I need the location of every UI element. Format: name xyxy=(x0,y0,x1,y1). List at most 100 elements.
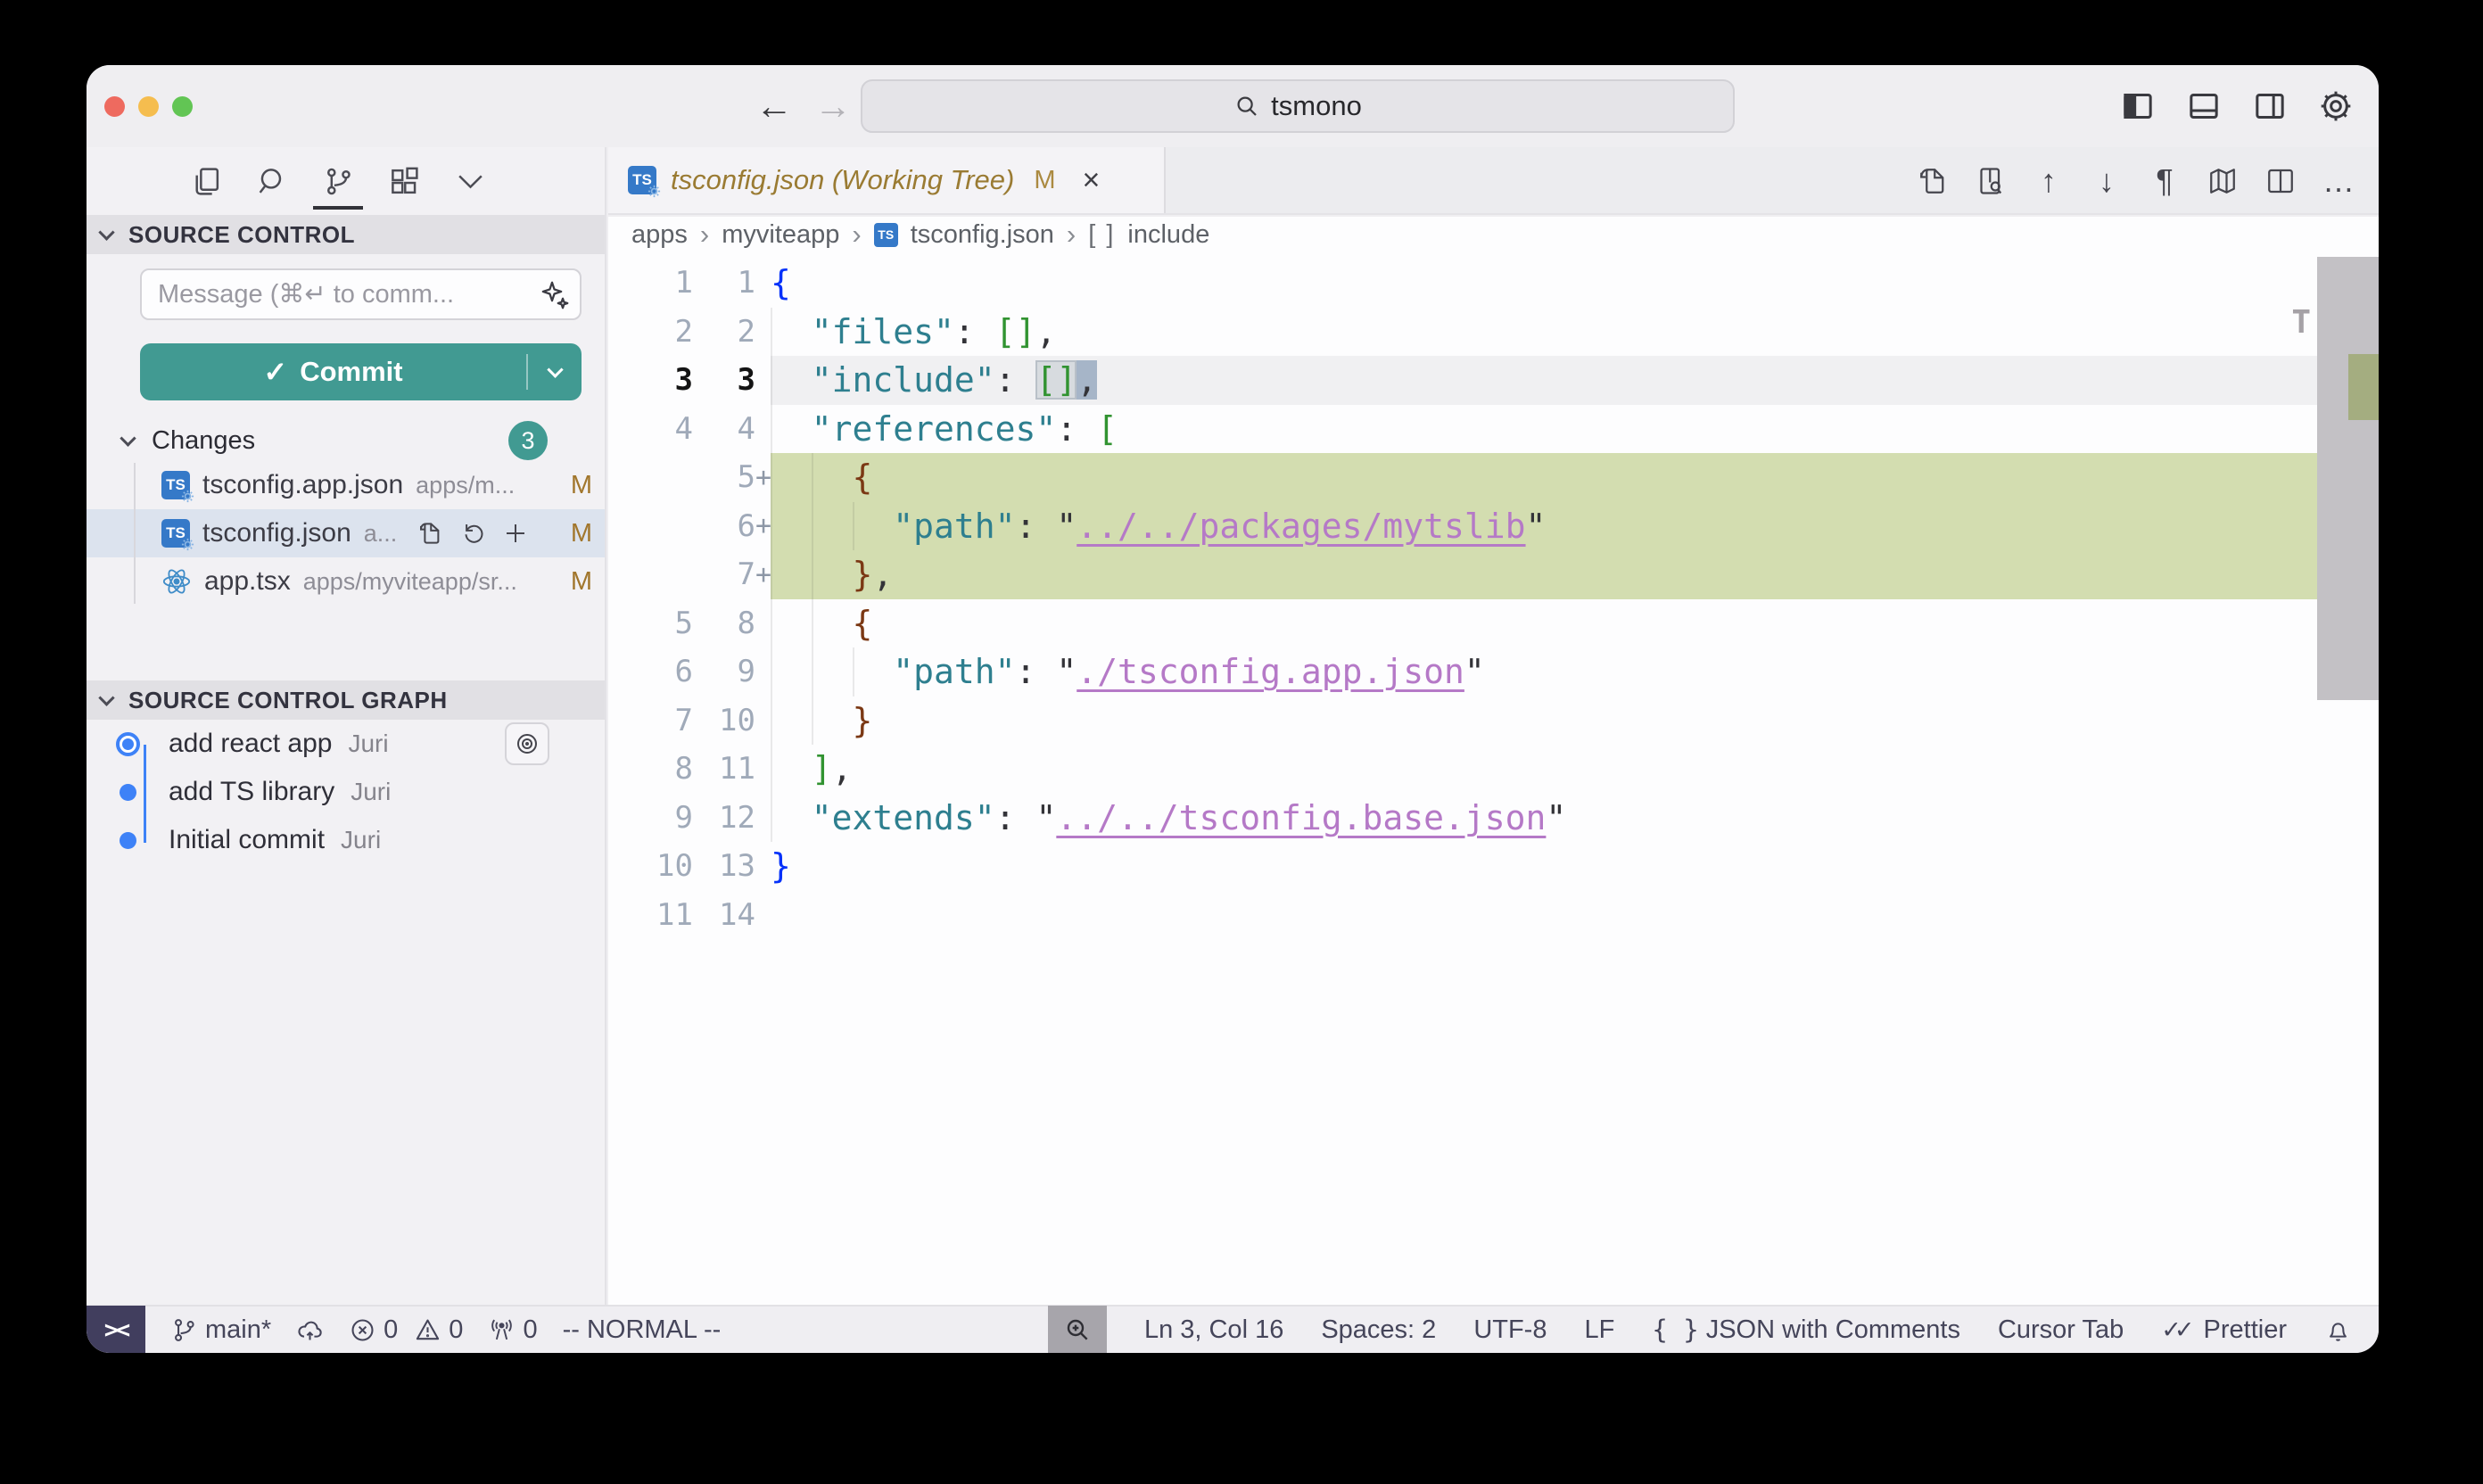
navigate-back-icon[interactable]: ← xyxy=(755,87,793,125)
navigate-forward-icon[interactable]: → xyxy=(814,87,852,125)
code-line[interactable]: 1114 xyxy=(608,891,2379,940)
error-icon xyxy=(349,1316,376,1344)
map-icon[interactable] xyxy=(2206,164,2240,198)
breadcrumb-item-apps[interactable]: apps xyxy=(631,220,688,250)
code-line[interactable]: 7+ }, xyxy=(608,550,2379,599)
breadcrumb-item-tsconfig-json[interactable]: tsconfig.json xyxy=(911,220,1054,250)
next-change-arrow-down-icon[interactable]: ↓ xyxy=(2090,164,2124,198)
indent-guide xyxy=(771,745,772,794)
goto-current-history-item-button[interactable] xyxy=(505,722,549,765)
cursor-position-status-item[interactable]: Ln 3, Col 16 xyxy=(1144,1315,1283,1345)
code-line[interactable]: 69 "path": "./tsconfig.app.json" xyxy=(608,647,2379,697)
commit-author: Juri xyxy=(351,778,391,806)
render-whitespace-pilcrow-icon[interactable]: ¶ xyxy=(2148,164,2182,198)
commit-row[interactable]: Initial commit Juri xyxy=(87,816,605,864)
formatter-status-item[interactable]: ✓✓ Prettier xyxy=(2161,1315,2287,1345)
previous-change-arrow-up-icon[interactable]: ↑ xyxy=(2032,164,2066,198)
indent-guide xyxy=(771,308,772,357)
toggle-primary-sidebar-icon[interactable] xyxy=(2120,88,2156,124)
code-token: "path" xyxy=(893,652,1015,691)
more-actions-ellipsis-icon[interactable]: … xyxy=(2322,164,2355,198)
code-token: : xyxy=(1016,507,1057,546)
target-icon xyxy=(514,730,540,757)
remote-indicator[interactable]: >< xyxy=(87,1306,145,1353)
discard-changes-icon[interactable] xyxy=(459,520,486,547)
breadcrumb-item-myviteapp[interactable]: myviteapp xyxy=(722,220,839,250)
settings-gear-icon[interactable] xyxy=(2318,88,2354,124)
original-line-number: 6 xyxy=(608,654,693,689)
toggle-secondary-sidebar-icon[interactable] xyxy=(2252,88,2288,124)
indent-guide xyxy=(771,502,772,551)
code-line[interactable]: 33 "include": [], xyxy=(608,356,2379,405)
command-center-search[interactable]: tsmono xyxy=(861,79,1735,133)
inline-view-icon[interactable] xyxy=(1974,164,2008,198)
commit-author: Juri xyxy=(348,730,388,758)
file-row-tsconfig-app-json[interactable]: TS tsconfig.app.json apps/m... M xyxy=(87,461,605,509)
source-control-view-icon[interactable] xyxy=(318,153,358,210)
zoom-window-button[interactable] xyxy=(172,96,193,117)
code-line[interactable]: 811 ], xyxy=(608,745,2379,794)
vim-mode-indicator[interactable]: -- NORMAL -- xyxy=(563,1315,722,1345)
code-line[interactable]: 710 } xyxy=(608,697,2379,746)
toggle-panel-icon[interactable] xyxy=(2186,88,2222,124)
extensions-icon[interactable] xyxy=(384,153,424,210)
notifications-status-item[interactable] xyxy=(2324,1316,2352,1344)
minimize-window-button[interactable] xyxy=(138,96,159,117)
code-token: : xyxy=(995,360,1036,400)
generate-commit-message-sparkle-icon[interactable] xyxy=(539,279,571,311)
changes-group-header[interactable]: Changes 3 xyxy=(87,420,605,461)
indentation-status-item[interactable]: Spaces: 2 xyxy=(1321,1315,1436,1345)
indent-guide xyxy=(771,599,772,648)
code-line[interactable]: 1013} xyxy=(608,842,2379,891)
typescript-file-icon: TS xyxy=(161,471,190,499)
sync-status-item[interactable] xyxy=(296,1316,324,1344)
breadcrumb-item-include[interactable]: include xyxy=(1127,220,1209,250)
more-views-chevron-icon[interactable] xyxy=(450,153,490,210)
stage-changes-plus-icon[interactable] xyxy=(502,520,529,547)
source-control-section-header[interactable]: SOURCE CONTROL xyxy=(87,215,605,254)
code-line[interactable]: 44 "references": [ xyxy=(608,405,2379,454)
branch-name: main* xyxy=(205,1315,271,1345)
code-line[interactable]: 912 "extends": "../../tsconfig.base.json… xyxy=(608,794,2379,843)
code-line[interactable]: 58 { xyxy=(608,599,2379,648)
source-control-graph-section-header[interactable]: SOURCE CONTROL GRAPH xyxy=(87,680,605,720)
screencast-zoom-status-item[interactable] xyxy=(1048,1306,1107,1353)
code-editor[interactable]: 11{22 "files": [],33 "include": [],44 "r… xyxy=(608,252,2379,1305)
commit-row[interactable]: add TS library Juri xyxy=(87,768,605,816)
close-window-button[interactable] xyxy=(104,96,125,117)
diff-added-plus-sign: + xyxy=(755,559,771,590)
code-line[interactable]: 5+ { xyxy=(608,453,2379,502)
commit-row[interactable]: add react app Juri xyxy=(87,720,605,768)
head-commit-icon xyxy=(116,732,140,756)
search-icon xyxy=(1233,93,1260,120)
code-line[interactable]: 6+ "path": "../../packages/mytslib" xyxy=(608,502,2379,551)
tab-tsconfig-json-working-tree[interactable]: TS tsconfig.json (Working Tree) M × xyxy=(608,147,1166,213)
file-row-app-tsx[interactable]: app.tsx apps/myviteapp/sr... M xyxy=(87,557,605,606)
ports-status-item[interactable]: 0 xyxy=(488,1315,537,1345)
eol-status-item[interactable]: LF xyxy=(1584,1315,1614,1345)
tab-modified-badge: M xyxy=(1034,166,1055,195)
explorer-icon[interactable] xyxy=(186,153,226,210)
problems-status-item[interactable]: 0 0 xyxy=(349,1315,463,1345)
split-editor-icon[interactable] xyxy=(2264,164,2297,198)
language-mode: JSON with Comments xyxy=(1706,1315,1960,1345)
language-mode-status-item[interactable]: { } JSON with Comments xyxy=(1652,1315,1960,1345)
open-file-icon[interactable] xyxy=(417,520,443,547)
commit-message-input[interactable] xyxy=(140,268,582,320)
open-changes-icon[interactable] xyxy=(1916,164,1950,198)
code-line[interactable]: 22 "files": [], xyxy=(608,308,2379,357)
editor-region: TS tsconfig.json (Working Tree) M × ↑ xyxy=(608,147,2379,1305)
search-view-icon[interactable] xyxy=(252,153,292,210)
commit-dropdown-button[interactable] xyxy=(528,367,582,378)
close-tab-icon[interactable]: × xyxy=(1083,165,1101,195)
code-line[interactable]: 11{ xyxy=(608,259,2379,308)
editor-toolbar: ↑ ↓ ¶ … xyxy=(1916,147,2355,215)
commit-graph: add react app Juri add TS library Juri I… xyxy=(87,720,605,864)
cursor-tab-status-item[interactable]: Cursor Tab xyxy=(1998,1315,2124,1345)
code-token xyxy=(771,507,893,546)
commit-button[interactable]: ✓ Commit xyxy=(140,343,582,400)
branch-status-item[interactable]: main* xyxy=(170,1315,271,1345)
file-row-tsconfig-json[interactable]: TS tsconfig.json a... M xyxy=(87,509,605,557)
file-path: apps/m... xyxy=(416,472,515,499)
encoding-status-item[interactable]: UTF-8 xyxy=(1473,1315,1547,1345)
